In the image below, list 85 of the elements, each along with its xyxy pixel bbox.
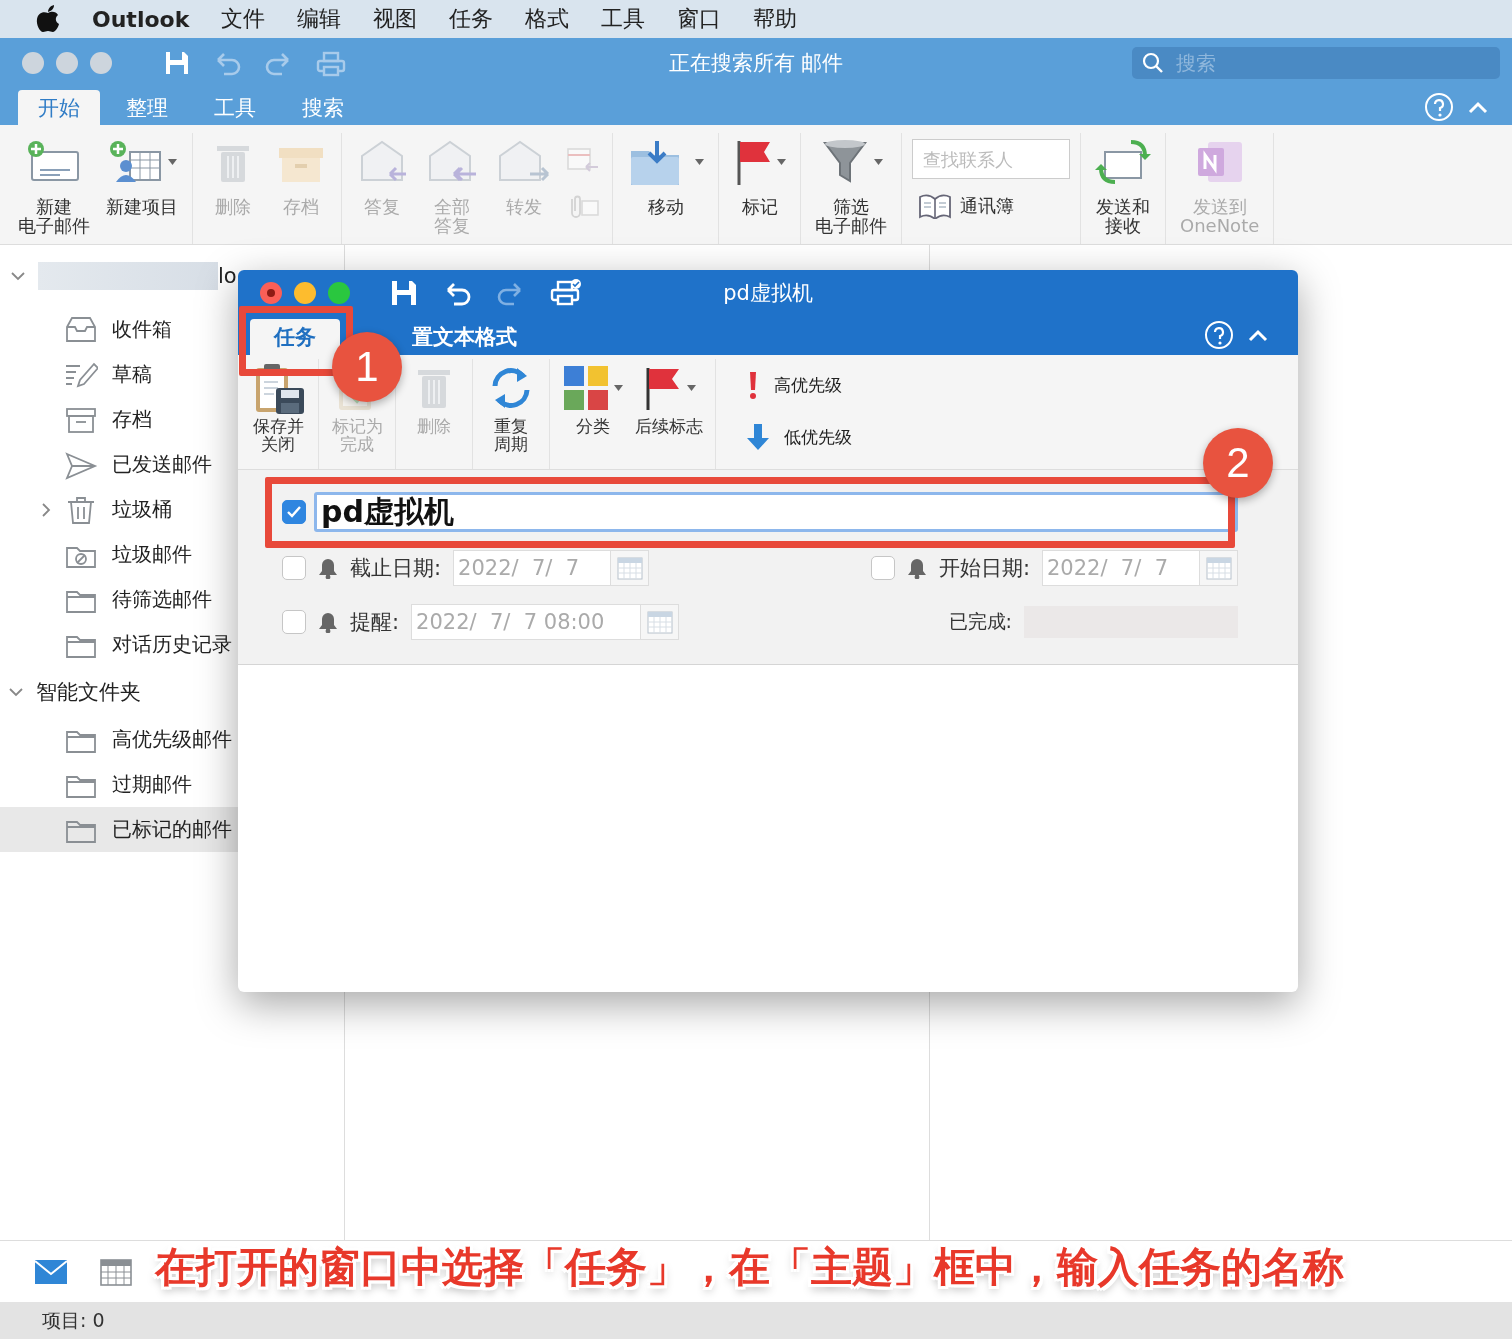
ribbon-button[interactable]: 标记 [729, 133, 790, 218]
caret-icon [873, 159, 883, 165]
save-icon [390, 278, 418, 307]
calendar-icon [100, 1257, 132, 1286]
field-label: 已完成: [948, 609, 1012, 634]
menu-item[interactable]: 文件 [221, 4, 266, 34]
inbox-icon [64, 314, 98, 345]
search-icon [1142, 52, 1164, 74]
zoom-button[interactable] [328, 281, 350, 304]
help-icon [1424, 91, 1454, 122]
caret-icon [614, 385, 623, 391]
ribbon-button[interactable]: 新建电子邮件 [14, 133, 94, 237]
bell-icon [318, 557, 338, 579]
section-header[interactable]: 智能文件夹 [36, 678, 141, 706]
ribbon-button[interactable]: 分类 [558, 359, 627, 469]
calendar-button[interactable] [611, 550, 650, 586]
menu-item[interactable]: 编辑 [297, 4, 342, 34]
field-label: 截止日期: [350, 555, 442, 582]
status-text: 项目: 0 [42, 1307, 105, 1333]
book-icon [918, 193, 952, 219]
ribbon-tab[interactable]: 置文本格式 [400, 319, 541, 355]
checkbox[interactable] [870, 556, 895, 580]
send-receive-icon [1095, 138, 1151, 186]
window-control[interactable] [56, 52, 78, 74]
bell-icon [318, 611, 338, 633]
collapse-icon [1468, 99, 1488, 114]
new-item-icon [107, 140, 164, 184]
menu-item[interactable]: 工具 [601, 4, 646, 34]
window-title: 正在搜索所有 邮件 [668, 51, 844, 75]
search-field[interactable]: 搜索 [1132, 47, 1500, 79]
ribbon-button[interactable]: 重复周期 [481, 359, 541, 469]
menu-item[interactable]: 任务 [449, 4, 494, 34]
ribbon-button[interactable]: 筛选电子邮件 [811, 133, 891, 237]
field-label: 提醒: [350, 609, 400, 636]
ribbon-button[interactable]: 移动 [623, 133, 708, 218]
down-arrow-icon [746, 422, 770, 452]
folder-item[interactable]: 高优先级邮件 [0, 717, 344, 762]
checkmark-icon [286, 505, 302, 519]
menu-item[interactable]: 格式 [525, 4, 570, 34]
ribbon-tab[interactable]: 任务 [250, 319, 340, 355]
ribbon-button[interactable]: 后续标志 [631, 359, 707, 469]
calendar-button[interactable] [641, 604, 680, 640]
collapse-icon [1248, 328, 1268, 342]
caret-icon [777, 159, 786, 165]
caret-icon [695, 159, 704, 165]
checkbox[interactable] [282, 556, 306, 580]
menu-item[interactable]: 视图 [373, 4, 418, 34]
ribbon-tab[interactable]: 开始 [18, 90, 100, 125]
checkbox[interactable] [282, 500, 306, 524]
ribbon-button[interactable]: 新建项目 [102, 133, 182, 218]
folder-item[interactable]: 垃圾邮件 [0, 532, 344, 577]
priority-button[interactable]: 高优先级 [740, 369, 858, 401]
printer-icon [550, 277, 582, 308]
menu-item[interactable]: 帮助 [753, 4, 798, 34]
caret-icon [167, 159, 177, 165]
bell-icon [906, 557, 927, 579]
close-button[interactable] [260, 281, 282, 304]
save-icon [164, 50, 190, 76]
folder-item[interactable]: 过期邮件 [0, 762, 344, 807]
help-icon [1204, 320, 1234, 350]
caret-icon [686, 385, 696, 391]
envelope-icon [34, 1258, 68, 1285]
folder-item[interactable]: 待筛选邮件 [0, 577, 344, 622]
contact-search-field[interactable]: 查找联系人 [912, 139, 1070, 179]
folder-item[interactable]: 对话历史记录 [0, 622, 344, 667]
minimize-button[interactable] [294, 281, 316, 304]
subject-field[interactable]: pd虚拟机 [314, 492, 1238, 532]
new-mail-icon [26, 140, 82, 184]
printer-icon [316, 49, 346, 77]
window-control[interactable] [22, 52, 44, 74]
address-book-button[interactable]: 通讯簿 [912, 193, 1070, 219]
menu-item[interactable]: 窗口 [677, 4, 722, 34]
window-title: pd虚拟机 [723, 280, 813, 305]
app-menu[interactable]: Outlook [92, 6, 190, 32]
checkbox[interactable] [282, 610, 306, 634]
account-name[interactable]: lo [218, 264, 237, 288]
priority-button[interactable]: 低优先级 [740, 421, 858, 453]
window-control[interactable] [90, 52, 112, 74]
ribbon-button[interactable]: 发送和接收 [1091, 133, 1155, 237]
apple-logo-icon [36, 5, 60, 33]
caption: 在打开的窗口中选择「任务」，在「主题」框中，输入任务的名称 [155, 1242, 1344, 1293]
paper-plane-icon [64, 449, 98, 480]
calendar-button[interactable] [1200, 550, 1238, 586]
category-squares-icon [562, 364, 610, 412]
field-label: 开始日期: [938, 555, 1030, 582]
